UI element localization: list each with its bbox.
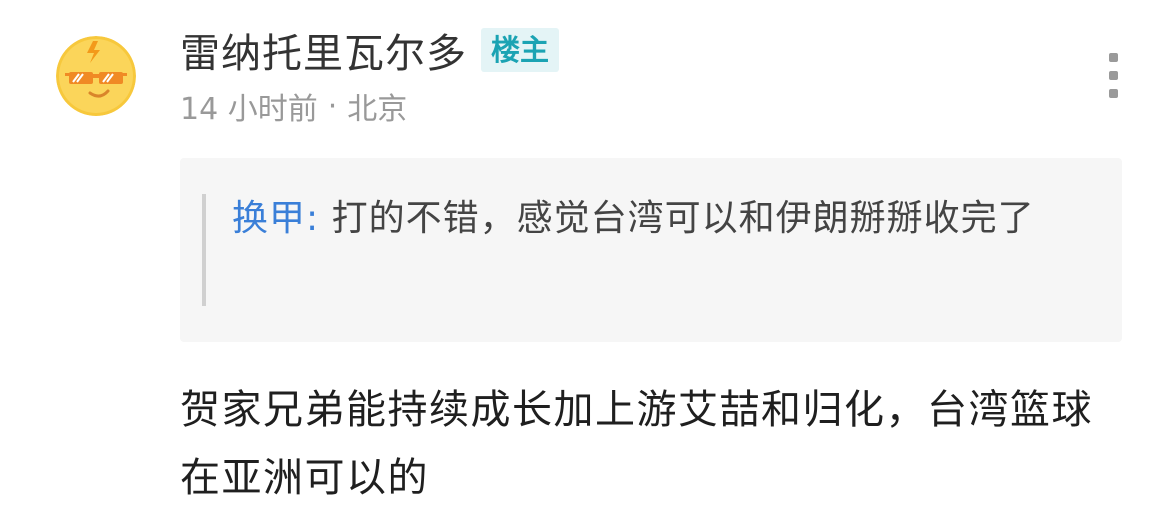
quote-text: 换甲: 打的不错，感觉台湾可以和伊朗掰掰收完了 [232,188,1092,250]
more-vertical-icon-dot-2 [1109,71,1118,80]
username[interactable]: 雷纳托里瓦尔多 [180,21,467,79]
quote-author-colon: : [306,198,332,239]
quote-bar [202,194,206,306]
meta-separator: · [327,88,338,124]
avatar-sunglasses-icon [56,36,136,116]
username-row: 雷纳托里瓦尔多 楼主 [180,20,560,80]
location: 北京 [347,92,408,127]
more-vertical-icon-dot-1 [1109,53,1118,62]
more-vertical-icon-dot-3 [1109,89,1118,98]
avatar[interactable] [56,36,136,116]
timestamp: 14 小时前 [180,92,318,127]
comment-body: 贺家兄弟能持续成长加上游艾喆和归化，台湾篮球在亚洲可以的 [180,387,1093,501]
comment-card: 雷纳托里瓦尔多 楼主 14 小时前 · 北京 换甲: 打的不错，感觉台湾可以和伊… [0,0,1170,521]
op-badge: 楼主 [481,28,560,72]
comment-meta: 14 小时前 · 北京 [180,84,407,128]
quote-content: 打的不错，感觉台湾可以和伊朗掰掰收完了 [331,198,1035,239]
quote-author[interactable]: 换甲 [232,198,306,239]
more-options-button[interactable] [1095,45,1135,105]
quoted-reply[interactable]: 换甲: 打的不错，感觉台湾可以和伊朗掰掰收完了 [180,158,1122,342]
